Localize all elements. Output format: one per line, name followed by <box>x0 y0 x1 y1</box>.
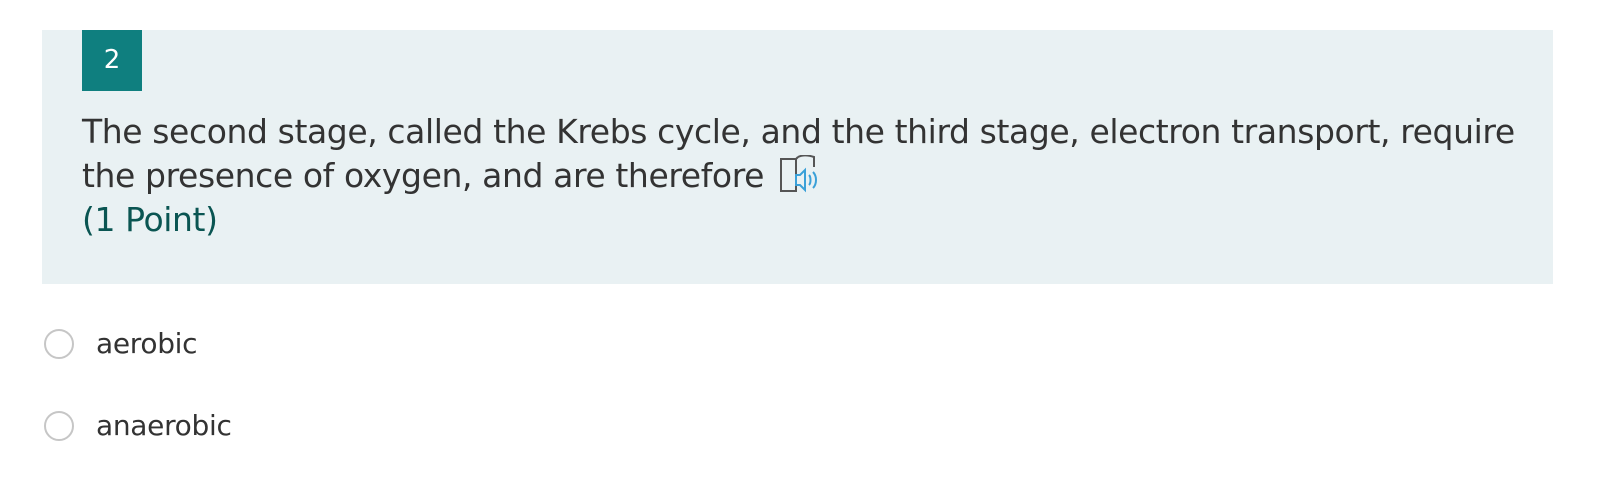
choice-option-aerobic[interactable]: aerobic <box>44 327 198 360</box>
question-number-badge: 2 <box>82 30 142 91</box>
radio-button[interactable] <box>44 410 74 441</box>
choice-label: aerobic <box>96 327 198 360</box>
choice-option-anaerobic[interactable]: anaerobic <box>44 409 232 442</box>
question-prompt: The second stage, called the Krebs cycle… <box>82 110 1522 242</box>
radio-button[interactable] <box>44 328 74 359</box>
question-points: (1 Point) <box>82 200 218 239</box>
choice-label: anaerobic <box>96 409 232 442</box>
immersive-reader-icon[interactable] <box>778 154 822 195</box>
question-card: 2 The second stage, called the Krebs cyc… <box>42 30 1553 284</box>
